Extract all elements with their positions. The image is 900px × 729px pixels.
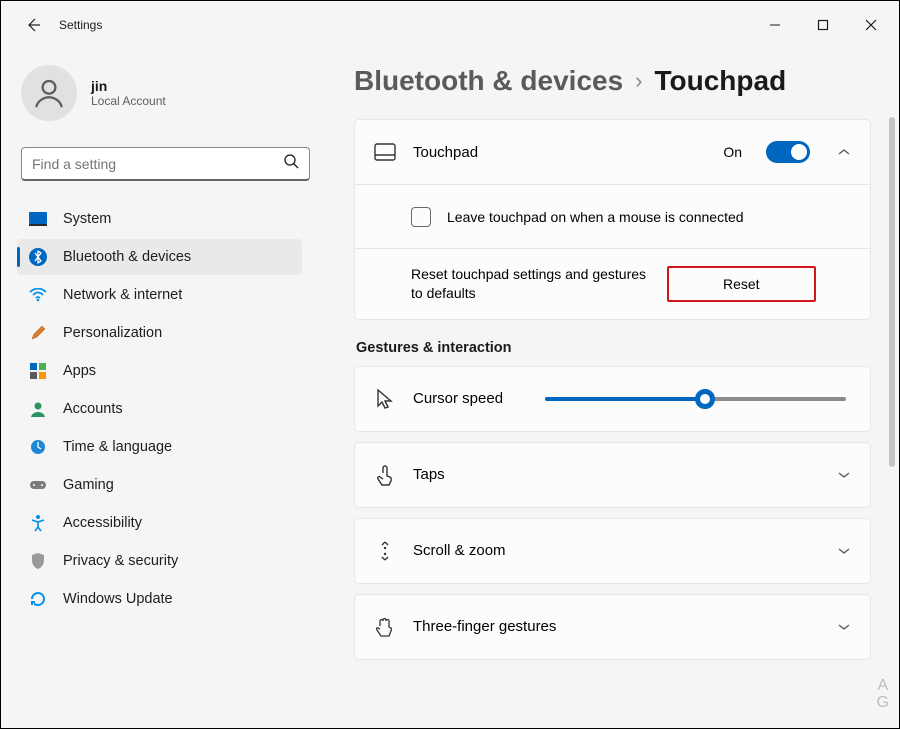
maximize-button[interactable]	[799, 5, 847, 45]
sidebar-item-gaming[interactable]: Gaming	[17, 467, 302, 503]
sidebar-item-label: Privacy & security	[63, 553, 178, 569]
touchpad-card: Touchpad On Leave touchpad on when a mou…	[354, 119, 871, 320]
cursor-speed-slider[interactable]	[545, 397, 846, 401]
tap-icon	[373, 464, 397, 486]
section-gestures-title: Gestures & interaction	[356, 340, 871, 356]
sidebar-item-network[interactable]: Network & internet	[17, 277, 302, 313]
leave-on-checkbox[interactable]	[411, 207, 431, 227]
touchpad-icon	[373, 143, 397, 161]
scrollbar[interactable]	[889, 117, 895, 467]
reset-row: Reset touchpad settings and gestures to …	[355, 248, 870, 319]
update-icon	[29, 590, 47, 608]
avatar-icon	[21, 65, 77, 121]
scroll-zoom-card[interactable]: Scroll & zoom	[354, 518, 871, 584]
touchpad-toggle[interactable]	[766, 141, 810, 163]
sidebar-item-label: Bluetooth & devices	[63, 249, 191, 265]
toggle-state: On	[723, 144, 742, 160]
profile-name: jin	[91, 78, 166, 94]
bluetooth-icon	[29, 248, 47, 266]
sidebar-item-label: Windows Update	[63, 591, 173, 607]
three-finger-card[interactable]: Three-finger gestures	[354, 594, 871, 660]
scroll-icon	[373, 540, 397, 562]
search-icon	[283, 153, 299, 174]
chevron-down-icon	[836, 619, 852, 635]
minimize-button[interactable]	[751, 5, 799, 45]
wifi-icon	[29, 286, 47, 304]
sidebar-item-accessibility[interactable]: Accessibility	[17, 505, 302, 541]
sidebar-item-apps[interactable]: Apps	[17, 353, 302, 389]
taps-card[interactable]: Taps	[354, 442, 871, 508]
apps-icon	[29, 362, 47, 380]
chevron-down-icon	[836, 467, 852, 483]
titlebar: Settings	[1, 1, 899, 49]
three-finger-label: Three-finger gestures	[413, 618, 820, 635]
chevron-down-icon	[836, 543, 852, 559]
profile-block[interactable]: jin Local Account	[17, 61, 318, 139]
sidebar-item-privacy[interactable]: Privacy & security	[17, 543, 302, 579]
sidebar-item-label: Accounts	[63, 401, 123, 417]
touchpad-label: Touchpad	[413, 144, 707, 161]
profile-sub: Local Account	[91, 94, 166, 108]
sidebar-item-label: Apps	[63, 363, 96, 379]
breadcrumb: Bluetooth & devices › Touchpad	[354, 65, 875, 97]
taps-label: Taps	[413, 466, 820, 483]
chevron-up-icon[interactable]	[836, 144, 852, 160]
main-content: Bluetooth & devices › Touchpad Touchpad …	[326, 49, 899, 728]
clock-globe-icon	[29, 438, 47, 456]
back-button[interactable]	[23, 15, 43, 35]
sidebar-item-label: Accessibility	[63, 515, 142, 531]
search-input[interactable]	[32, 156, 283, 172]
accessibility-icon	[29, 514, 47, 532]
breadcrumb-parent[interactable]: Bluetooth & devices	[354, 65, 623, 97]
sidebar-item-personalization[interactable]: Personalization	[17, 315, 302, 351]
chevron-right-icon: ›	[635, 68, 642, 94]
reset-desc: Reset touchpad settings and gestures to …	[411, 265, 651, 303]
sidebar-item-label: Gaming	[63, 477, 114, 493]
three-finger-icon	[373, 616, 397, 638]
sidebar-item-label: System	[63, 211, 111, 227]
sidebar-item-system[interactable]: System	[17, 201, 302, 237]
sidebar-item-time[interactable]: Time & language	[17, 429, 302, 465]
page-title: Touchpad	[655, 65, 787, 97]
leave-on-row[interactable]: Leave touchpad on when a mouse is connec…	[355, 184, 870, 248]
window-title: Settings	[59, 18, 102, 32]
sidebar-item-update[interactable]: Windows Update	[17, 581, 302, 617]
sidebar-item-label: Personalization	[63, 325, 162, 341]
sidebar-item-label: Time & language	[63, 439, 172, 455]
scroll-zoom-label: Scroll & zoom	[413, 542, 820, 559]
sidebar-item-label: Network & internet	[63, 287, 182, 303]
sidebar-item-bluetooth[interactable]: Bluetooth & devices	[17, 239, 302, 275]
brush-icon	[29, 324, 47, 342]
shield-icon	[29, 552, 47, 570]
cursor-icon	[373, 388, 397, 410]
close-button[interactable]	[847, 5, 895, 45]
gamepad-icon	[29, 476, 47, 494]
cursor-speed-card: Cursor speed	[354, 366, 871, 432]
side-indicator: AG	[877, 677, 889, 712]
reset-button[interactable]: Reset	[667, 266, 816, 302]
cursor-speed-row[interactable]: Cursor speed	[355, 367, 870, 431]
sidebar: jin Local Account System Bluetooth & dev…	[1, 49, 326, 728]
person-icon	[29, 400, 47, 418]
sidebar-item-accounts[interactable]: Accounts	[17, 391, 302, 427]
display-icon	[29, 210, 47, 228]
leave-on-label: Leave touchpad on when a mouse is connec…	[447, 209, 852, 225]
cursor-speed-label: Cursor speed	[413, 390, 523, 407]
touchpad-toggle-row[interactable]: Touchpad On	[355, 120, 870, 184]
search-box[interactable]	[21, 147, 310, 181]
